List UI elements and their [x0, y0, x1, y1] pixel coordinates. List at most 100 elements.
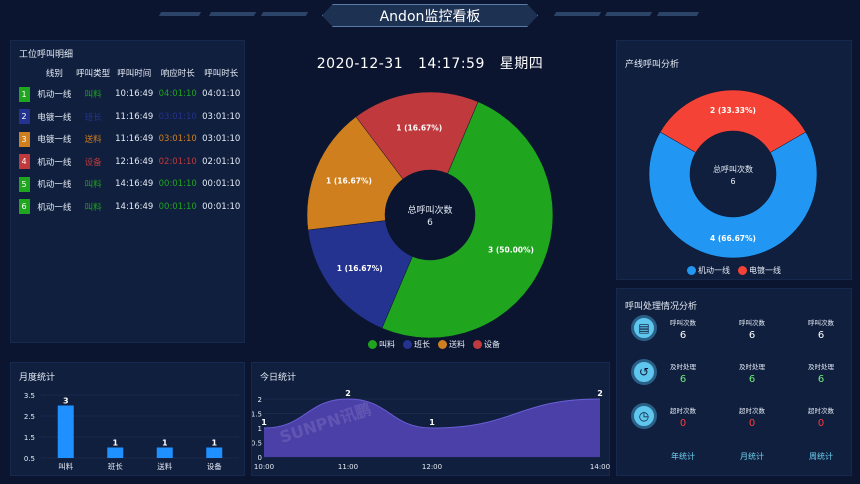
legend-label: 叫料	[379, 340, 395, 349]
weekday-text: 星期四	[499, 56, 544, 72]
line-cell: 电镀一线	[37, 135, 72, 146]
time-cell: 10:16:49	[115, 89, 154, 100]
center-value: 6	[427, 218, 433, 228]
table-row: 2 电镀一线 班长 11:16:49 03:01:10 03:01:10	[13, 106, 243, 129]
stat-period-link[interactable]: 年统计	[653, 451, 713, 462]
y-tick-label: 0.5	[252, 440, 262, 448]
time-cell: 14:16:49	[115, 179, 154, 190]
bar	[57, 405, 74, 458]
panel-title: 呼叫处理情况分析	[625, 302, 698, 312]
top-bar: Andon监控看板	[0, 0, 860, 32]
header-decoration	[656, 12, 700, 16]
legend-item[interactable]: 电镀一线	[738, 265, 781, 276]
x-tick-label: 设备	[207, 461, 222, 471]
legend-item[interactable]: 班长	[403, 339, 430, 350]
stat-value: 6	[817, 330, 825, 341]
stat-cell: 超时次数 0	[653, 405, 713, 429]
bar-value-label: 1	[162, 439, 168, 448]
panel-title: 月度统计	[19, 373, 56, 383]
panel-title: 产线呼叫分析	[625, 60, 680, 70]
center-label: 总呼叫次数	[713, 164, 753, 174]
page-title: Andon监控看板	[322, 4, 538, 27]
stat-value: 0	[679, 418, 687, 429]
slice-label: 1 (16.67%)	[337, 264, 383, 273]
table-row: 3 电镀一线 送料 11:16:49 03:01:10 03:01:10	[13, 128, 243, 151]
datetime-display: 2020-12-31 14:17:59 星期四	[250, 53, 610, 73]
stat-value: 6	[748, 374, 756, 385]
header-decoration	[158, 12, 202, 16]
header-decoration	[553, 12, 602, 16]
line-cell: 机动一线	[37, 90, 72, 101]
line-cell: 机动一线	[37, 180, 72, 191]
row-index: 2	[18, 109, 30, 125]
pie-slice	[659, 89, 807, 153]
stat-label: 呼叫次数	[670, 319, 696, 327]
legend-swatch	[687, 266, 696, 275]
duration-cell: 03:01:10	[202, 134, 241, 145]
line-pie-chart: 4 (66.67%) 2 (33.33%) 总呼叫次数 6	[648, 89, 818, 259]
legend-swatch	[438, 340, 447, 349]
stat-period-link[interactable]: 周统计	[791, 451, 851, 462]
line-cell: 电镀一线	[37, 112, 72, 123]
bar-value-label: 1	[112, 439, 118, 448]
stat-cell: 呼叫次数 6	[791, 317, 851, 341]
type-cell: 叫料	[84, 90, 102, 101]
column-header: 呼叫时长	[204, 69, 239, 79]
duration-cell: 03:01:10	[202, 111, 241, 122]
legend-label: 电镀一线	[749, 266, 781, 275]
legend-item[interactable]: 设备	[473, 339, 500, 350]
monthly-bar-chart: 3.5 2.5 1.5 0.5 3 叫料 1 班长 1 送料 1 设备	[24, 392, 239, 471]
y-tick-label: 3.5	[24, 392, 35, 400]
panel-title: 今日统计	[260, 373, 297, 383]
stat-label: 超时次数	[670, 407, 696, 415]
type-cell: 送料	[84, 135, 102, 146]
row-index: 3	[18, 131, 30, 147]
stat-cell: 呼叫次数 6	[653, 317, 713, 341]
table-row: 4 机动一线 设备 12:16:49 02:01:10 02:01:10	[13, 151, 243, 174]
stat-label: 超时次数	[808, 407, 834, 415]
stat-value: 6	[679, 374, 687, 385]
x-tick-label: 11:00	[338, 463, 358, 471]
x-tick-label: 送料	[157, 461, 172, 471]
legend-label: 班长	[414, 340, 430, 349]
date-text: 2020-12-31	[316, 56, 404, 72]
point-label: 1	[261, 418, 267, 427]
header-decoration	[604, 12, 653, 16]
duration-cell: 04:01:10	[202, 89, 241, 100]
point-label: 2	[345, 389, 351, 398]
stat-label: 及时处理	[739, 363, 765, 371]
stat-cell: 及时处理 6	[653, 361, 713, 385]
bar-value-label: 3	[63, 397, 69, 406]
time-text: 14:17:59	[417, 56, 485, 72]
duration-cell: 00:01:10	[202, 201, 241, 212]
stat-value: 6	[679, 330, 687, 341]
line-cell: 机动一线	[37, 157, 72, 168]
response-cell: 03:01:10	[158, 111, 197, 122]
slice-label: 2 (33.33%)	[710, 106, 756, 115]
column-header: 响应时长	[160, 69, 195, 79]
legend-swatch	[368, 340, 377, 349]
legend-swatch	[738, 266, 747, 275]
time-cell: 11:16:49	[115, 111, 154, 122]
legend-item[interactable]: 送料	[438, 339, 465, 350]
header-decoration	[208, 12, 257, 16]
stat-value: 6	[748, 330, 756, 341]
center-label: 总呼叫次数	[407, 204, 452, 216]
line-analysis-panel: 产线呼叫分析 4 (66.67%) 2 (33.33%) 总呼叫次数 6 机动一线 电镀…	[616, 40, 852, 280]
duration-cell: 00:01:10	[202, 179, 241, 190]
line-cell: 机动一线	[37, 202, 72, 213]
legend-item[interactable]: 叫料	[368, 339, 395, 350]
x-tick-label: 14:00	[590, 463, 610, 471]
stat-period-link[interactable]: 月统计	[722, 451, 782, 462]
y-tick-label: 2	[258, 396, 262, 404]
call-detail-table: 线别 呼叫类型 呼叫时间 响应时长 呼叫时长 1 机动一线 叫料 10:16:49 04…	[13, 63, 243, 218]
time-cell: 14:16:49	[115, 201, 154, 212]
row-index: 4	[18, 154, 30, 170]
table-header-row: 线别 呼叫类型 呼叫时间 响应时长 呼叫时长	[13, 63, 243, 83]
time-cell: 12:16:49	[115, 156, 154, 167]
column-header: 呼叫时间	[117, 69, 152, 79]
legend-item[interactable]: 机动一线	[687, 265, 730, 276]
slice-label: 1 (16.67%)	[326, 177, 372, 186]
slice-label: 1 (16.67%)	[396, 124, 442, 133]
call-type-legend: 叫料 班长 送料 设备	[368, 339, 500, 350]
